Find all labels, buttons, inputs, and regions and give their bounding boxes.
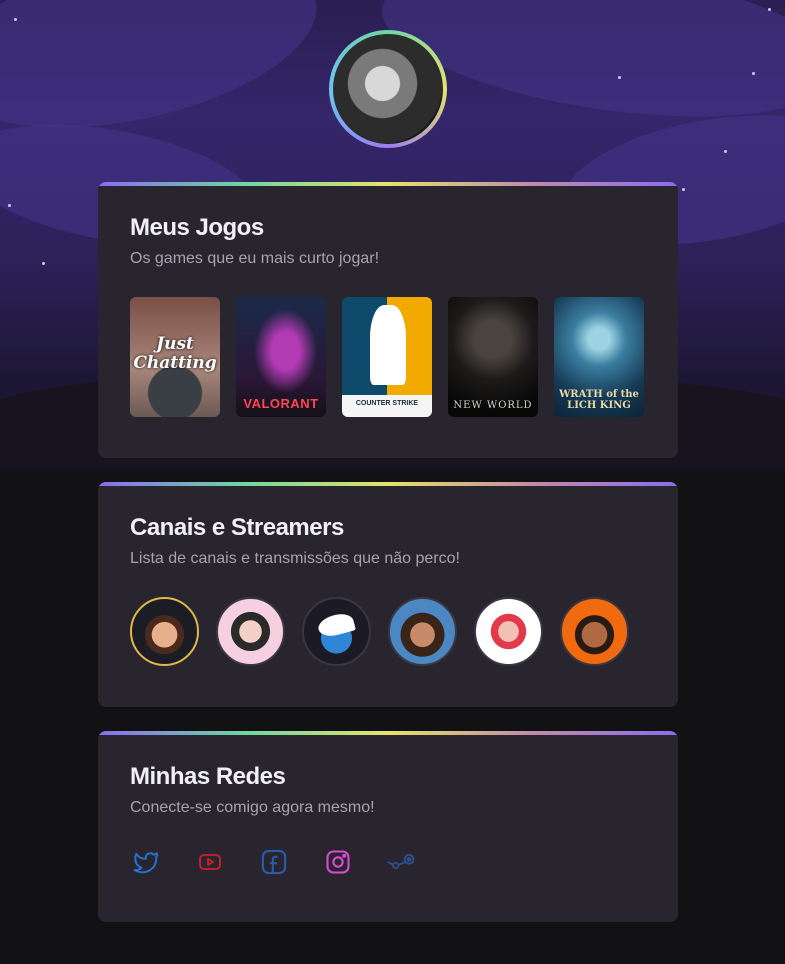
- game-label: WRATH of the LICH KING: [559, 389, 639, 411]
- bg-star: [724, 150, 727, 153]
- soldier-silhouette: [370, 305, 406, 385]
- streamer-avatar[interactable]: [302, 597, 371, 666]
- bg-star: [618, 76, 621, 79]
- youtube-icon: [199, 854, 221, 870]
- youtube-link[interactable]: [194, 846, 226, 878]
- channels-card: Canais e Streamers Lista de canais e tra…: [98, 482, 678, 707]
- streamer-avatar[interactable]: [388, 597, 457, 666]
- twitter-icon: [133, 852, 158, 874]
- instagram-link[interactable]: [322, 846, 354, 878]
- socials-subtitle: Conecte-se comigo agora mesmo!: [130, 799, 375, 816]
- game-label: NEW WORLD: [453, 400, 533, 411]
- socials-list: [130, 846, 418, 878]
- bg-star: [768, 8, 771, 11]
- steam-link[interactable]: [386, 846, 418, 878]
- games-title: Meus Jogos: [130, 214, 264, 241]
- game-wow-lich-king[interactable]: WRATH of the LICH KING: [554, 297, 644, 417]
- profile-avatar: [329, 30, 447, 148]
- facebook-link[interactable]: [258, 846, 290, 878]
- game-counter-strike[interactable]: COUNTER STRIKE: [342, 297, 432, 417]
- channels-subtitle: Lista de canais e transmissões que não p…: [130, 550, 460, 567]
- games-list: Just Chatting VALORANT COUNTER STRIKE NE…: [130, 297, 644, 417]
- wing-logo-icon: [316, 610, 356, 640]
- game-just-chatting[interactable]: Just Chatting: [130, 297, 220, 417]
- facebook-icon: [261, 849, 287, 875]
- bg-star: [8, 204, 11, 207]
- instagram-icon: [326, 850, 350, 874]
- streamer-avatar[interactable]: [216, 597, 285, 666]
- streamers-list: [130, 597, 629, 666]
- socials-title: Minhas Redes: [130, 763, 286, 790]
- streamer-avatar[interactable]: [130, 597, 199, 666]
- streamer-avatar[interactable]: [474, 597, 543, 666]
- channels-title: Canais e Streamers: [130, 514, 344, 541]
- games-subtitle: Os games que eu mais curto jogar!: [130, 250, 380, 267]
- bg-star: [752, 72, 755, 75]
- profile-photo: [333, 34, 443, 144]
- bg-star: [14, 18, 17, 21]
- game-label: COUNTER STRIKE: [355, 400, 419, 408]
- streamer-avatar[interactable]: [560, 597, 629, 666]
- bg-star: [682, 188, 685, 191]
- game-valorant[interactable]: VALORANT: [236, 297, 326, 417]
- game-label: Just Chatting: [133, 334, 217, 373]
- twitter-link[interactable]: [130, 846, 162, 878]
- socials-card: Minhas Redes Conecte-se comigo agora mes…: [98, 731, 678, 922]
- game-label: VALORANT: [243, 395, 319, 411]
- steam-icon: [387, 853, 415, 870]
- bg-star: [42, 262, 45, 265]
- games-card: Meus Jogos Os games que eu mais curto jo…: [98, 182, 678, 458]
- game-new-world[interactable]: NEW WORLD: [448, 297, 538, 417]
